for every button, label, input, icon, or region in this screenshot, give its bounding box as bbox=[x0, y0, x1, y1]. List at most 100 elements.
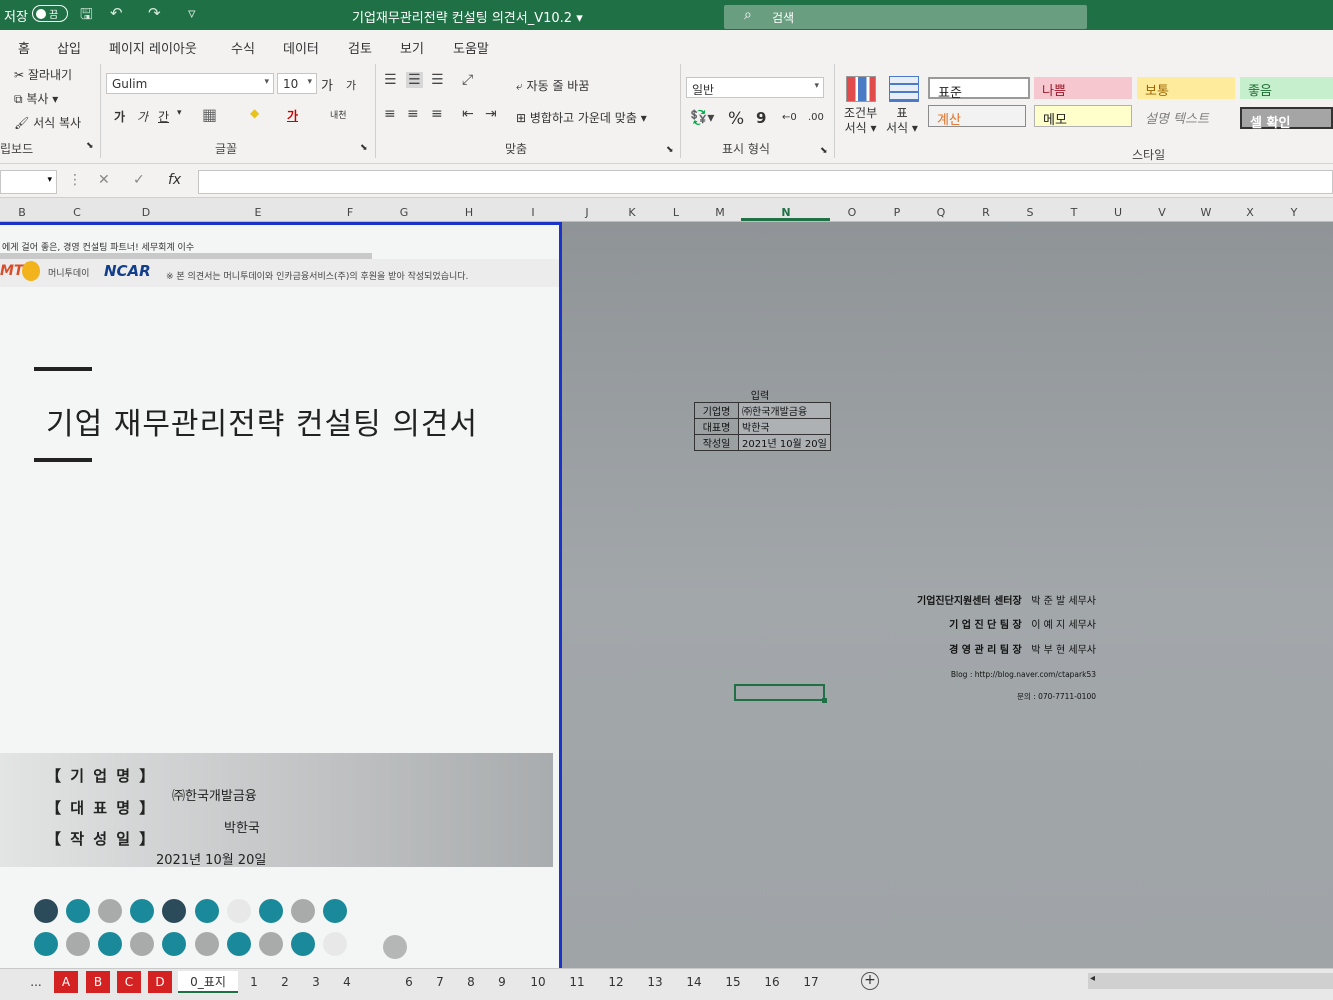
input-value-company[interactable]: ㈜한국개발금융 bbox=[738, 402, 831, 419]
sheet-tab[interactable]: 2 bbox=[275, 971, 295, 993]
font-color-icon[interactable]: 가 bbox=[287, 107, 298, 124]
font-size-combo[interactable]: 10 ▾ bbox=[277, 73, 317, 94]
cut-button[interactable]: ✂ 잘라내기 bbox=[14, 66, 72, 83]
cancel-icon[interactable]: ✕ bbox=[98, 172, 110, 188]
sheet-tab[interactable]: 9 bbox=[492, 971, 512, 993]
enter-icon[interactable]: ✓ bbox=[133, 172, 145, 188]
tab-view[interactable]: 보기 bbox=[400, 38, 424, 57]
staff-row[interactable]: 기업진단지원센터 센터장 박 준 발 세무사 bbox=[917, 592, 1096, 607]
horizontal-scrollbar[interactable]: ◂ bbox=[1088, 973, 1333, 989]
more-sheets-button[interactable]: ... bbox=[26, 971, 46, 993]
sheet-tab[interactable]: 8 bbox=[461, 971, 481, 993]
undo-icon[interactable]: ↶ bbox=[110, 4, 123, 22]
column-header-f[interactable]: F bbox=[347, 206, 353, 219]
italic-button[interactable]: 가 bbox=[137, 108, 148, 125]
fill-color-icon[interactable]: ◆ bbox=[250, 106, 259, 120]
column-header-m[interactable]: M bbox=[715, 206, 725, 219]
input-key-date[interactable]: 작성일 bbox=[694, 434, 739, 451]
decrease-indent-icon[interactable]: ⇤ bbox=[462, 106, 474, 122]
sheet-tab[interactable]: 1 bbox=[244, 971, 264, 993]
style-good[interactable]: 좋음 bbox=[1240, 77, 1333, 99]
save-icon[interactable]: 🖫 bbox=[80, 4, 93, 29]
clipboard-launcher-icon[interactable]: ⬊ bbox=[86, 141, 94, 151]
search-box[interactable]: ⌕ 검색 bbox=[724, 5, 1087, 29]
format-as-table-button[interactable]: 표 서식 ▾ bbox=[886, 106, 918, 136]
column-header-r[interactable]: R bbox=[982, 206, 990, 219]
column-header-j[interactable]: J bbox=[585, 206, 588, 219]
style-explanatory[interactable]: 설명 텍스트 bbox=[1137, 105, 1235, 127]
tab-formulas[interactable]: 수식 bbox=[231, 38, 255, 57]
currency-icon[interactable]: 💱▾ bbox=[690, 110, 714, 126]
grow-font-button[interactable]: 가 bbox=[321, 75, 333, 94]
sheet-tab-b[interactable]: B bbox=[86, 971, 110, 993]
align-middle-icon[interactable]: ☰ bbox=[406, 72, 423, 88]
increase-indent-icon[interactable]: ⇥ bbox=[485, 106, 497, 122]
sheet-tab[interactable]: 17 bbox=[799, 971, 823, 993]
copy-button[interactable]: ⧉ 복사 ▾ bbox=[14, 90, 58, 107]
active-cell[interactable] bbox=[734, 684, 827, 703]
column-header-k[interactable]: K bbox=[628, 206, 635, 219]
sheet-tab[interactable]: 15 bbox=[721, 971, 745, 993]
blog-text[interactable]: Blog : http://blog.naver.com/ctapark53 bbox=[951, 670, 1096, 679]
chevron-down-icon[interactable]: ▾ bbox=[177, 108, 182, 118]
insert-function-icon[interactable]: fx bbox=[168, 172, 181, 188]
style-neutral[interactable]: 보통 bbox=[1137, 77, 1235, 99]
tab-insert[interactable]: 삽입 bbox=[57, 38, 81, 57]
bold-button[interactable]: 가 bbox=[114, 108, 125, 125]
sheet-tab[interactable]: 6 bbox=[399, 971, 419, 993]
autosave-toggle[interactable]: 끔 bbox=[32, 5, 68, 22]
column-header-l[interactable]: L bbox=[673, 206, 679, 219]
phone-text[interactable]: 문의 : 070-7711-0100 bbox=[1017, 691, 1096, 702]
sheet-tab-d[interactable]: D bbox=[148, 971, 172, 993]
input-value-ceo[interactable]: 박한국 bbox=[738, 418, 831, 435]
font-name-combo[interactable]: Gulim ▾ bbox=[106, 73, 274, 94]
align-left-icon[interactable]: ≡ bbox=[384, 106, 396, 122]
orientation-icon[interactable]: ⤢ bbox=[462, 72, 473, 88]
fill-handle[interactable] bbox=[822, 698, 827, 703]
column-header-o[interactable]: O bbox=[848, 206, 857, 219]
worksheet-grid[interactable]: 에게 걸어 좋은, 경영 컨설팅 파트너! 세무회계 이수 MT 머니투데이 N… bbox=[0, 222, 1333, 968]
shrink-font-button[interactable]: 가 bbox=[346, 77, 356, 93]
sheet-tab-a[interactable]: A bbox=[54, 971, 78, 993]
column-header-y[interactable]: Y bbox=[1291, 206, 1298, 219]
column-header-q[interactable]: Q bbox=[937, 206, 946, 219]
number-launcher-icon[interactable]: ⬊ bbox=[820, 146, 828, 156]
column-header-i[interactable]: I bbox=[531, 206, 534, 219]
sheet-tab[interactable]: 3 bbox=[306, 971, 326, 993]
sheet-tab[interactable]: 14 bbox=[682, 971, 706, 993]
redo-icon[interactable]: ↷ bbox=[148, 4, 161, 22]
input-key-ceo[interactable]: 대표명 bbox=[694, 418, 739, 435]
column-header-h[interactable]: H bbox=[465, 206, 473, 219]
style-check-cell[interactable]: 셀 확인 bbox=[1240, 107, 1333, 131]
phonetic-button[interactable]: 내천 bbox=[330, 108, 347, 121]
staff-row[interactable]: 경 영 관 리 팀 장 박 부 현 세무사 bbox=[949, 641, 1096, 656]
input-key-company[interactable]: 기업명 bbox=[694, 402, 739, 419]
decrease-decimal-button[interactable]: .00 bbox=[808, 112, 824, 123]
sheet-tab[interactable]: 7 bbox=[430, 971, 450, 993]
staff-row[interactable]: 기 업 진 단 팀 장 이 예 지 세무사 bbox=[949, 616, 1096, 631]
increase-decimal-button[interactable]: ←0 bbox=[782, 112, 797, 123]
alignment-launcher-icon[interactable]: ⬊ bbox=[666, 145, 674, 155]
percent-button[interactable]: % bbox=[728, 109, 744, 129]
column-header-v[interactable]: V bbox=[1158, 206, 1166, 219]
style-calculation[interactable]: 계산 bbox=[928, 105, 1026, 128]
column-header-b[interactable]: B bbox=[18, 206, 26, 219]
align-right-icon[interactable]: ≡ bbox=[431, 106, 443, 122]
sheet-tab-c[interactable]: C bbox=[117, 971, 141, 993]
column-header-e[interactable]: E bbox=[255, 206, 262, 219]
sheet-tab-cover[interactable]: 0_표지 bbox=[178, 971, 238, 993]
conditional-format-icon[interactable] bbox=[846, 76, 876, 102]
input-value-date[interactable]: 2021년 10월 20일 bbox=[738, 434, 831, 451]
column-header-w[interactable]: W bbox=[1201, 206, 1212, 219]
font-launcher-icon[interactable]: ⬊ bbox=[360, 143, 368, 153]
column-header-u[interactable]: U bbox=[1114, 206, 1122, 219]
wrap-text-button[interactable]: ⤶ 자동 줄 바꿈 bbox=[516, 77, 589, 94]
tab-help[interactable]: 도움말 bbox=[453, 38, 489, 57]
sheet-tab[interactable]: 10 bbox=[526, 971, 550, 993]
document-title[interactable]: 기업재무관리전략 컨설팅 의견서_V10.2 ▾ bbox=[352, 7, 583, 26]
underline-button[interactable]: 간 bbox=[158, 108, 169, 125]
style-normal[interactable]: 표준 bbox=[928, 77, 1030, 101]
sheet-tab[interactable]: 12 bbox=[604, 971, 628, 993]
column-header-d[interactable]: D bbox=[142, 206, 150, 219]
column-header-x[interactable]: X bbox=[1246, 206, 1254, 219]
